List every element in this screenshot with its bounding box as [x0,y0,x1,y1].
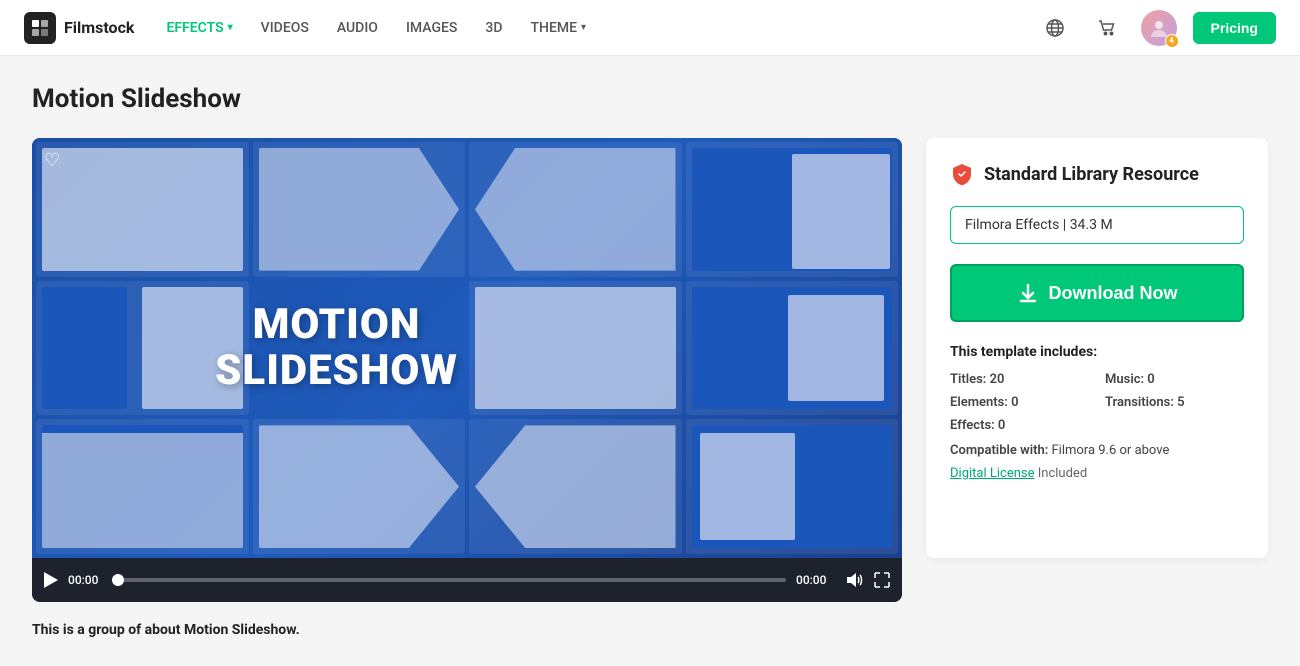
compatible-row: Compatible with: Filmora 9.6 or above [950,443,1244,458]
thumb-8 [36,419,249,554]
video-center-text: MOTION SLIDESHOW [215,302,458,394]
volume-button[interactable] [846,572,864,588]
progress-dot[interactable] [112,574,124,586]
globe-button[interactable] [1037,10,1073,46]
page-title: Motion Slideshow [32,84,1268,114]
thumb-3 [469,142,682,277]
nav-effects[interactable]: EFFECTS ▾ [166,20,232,36]
fullscreen-button[interactable] [874,572,890,588]
video-controls: 00:00 00:00 [32,558,902,602]
resource-title: Standard Library Resource [984,164,1199,185]
thumb-7 [686,281,899,416]
nav-audio[interactable]: AUDIO [337,20,378,36]
notification-badge: 4 [1165,34,1179,48]
shield-icon [950,162,974,186]
license-row: Digital License Included [950,466,1244,481]
download-label: Download Now [1049,283,1178,304]
progress-bar[interactable] [118,578,786,582]
content-area: ♡ MOTION SLIDESHOW [32,138,1268,602]
nav-links: EFFECTS ▾ VIDEOS AUDIO IMAGES 3D THEME ▾ [166,20,1004,36]
template-includes-title: This template includes: [950,344,1244,360]
thumb-4 [686,142,899,277]
resource-header: Standard Library Resource [950,162,1244,186]
template-info: This template includes: Titles: 20 Music… [950,344,1244,481]
avatar[interactable]: 4 [1141,10,1177,46]
heart-icon: ♡ [44,150,60,171]
nav-3d[interactable]: 3D [485,20,502,36]
thumb-6 [469,281,682,416]
navbar: Filmstock EFFECTS ▾ VIDEOS AUDIO IMAGES … [0,0,1300,56]
file-info-box: Filmora Effects | 34.3 M [950,206,1244,244]
cart-button[interactable] [1089,10,1125,46]
play-button[interactable] [44,572,58,588]
logo-icon [24,12,56,44]
navbar-right: 4 Pricing [1037,10,1276,46]
template-stats: Titles: 20 Music: 0 Elements: 0 Transiti… [950,372,1244,433]
file-info-text: Filmora Effects | 34.3 M [965,217,1113,233]
thumb-9 [253,419,466,554]
thumb-10 [469,419,682,554]
main-content: Motion Slideshow ♡ [0,56,1300,666]
description-text: This is a group of about Motion Slidesho… [32,622,1268,638]
transitions-stat: Transitions: 5 [1105,395,1244,410]
nav-theme[interactable]: THEME ▾ [530,20,586,36]
time-end: 00:00 [796,573,836,587]
thumb-11 [686,419,899,554]
logo[interactable]: Filmstock [24,12,134,44]
logo-text: Filmstock [64,18,134,37]
theme-chevron-icon: ▾ [581,22,586,33]
nav-videos[interactable]: VIDEOS [261,20,309,36]
nav-images[interactable]: IMAGES [406,20,457,36]
time-current: 00:00 [68,573,108,587]
sidebar-panel: Standard Library Resource Filmora Effect… [926,138,1268,558]
music-stat: Music: 0 [1105,372,1244,387]
effects-chevron-icon: ▾ [228,22,233,33]
video-preview: ♡ MOTION SLIDESHOW [32,138,902,558]
effects-stat: Effects: 0 [950,418,1089,433]
download-button[interactable]: Download Now [950,264,1244,322]
thumb-2 [253,142,466,277]
elements-stat: Elements: 0 [950,395,1089,410]
video-player: ♡ MOTION SLIDESHOW [32,138,902,602]
pricing-button[interactable]: Pricing [1193,12,1276,44]
thumb-1 [36,142,249,277]
titles-stat: Titles: 20 [950,372,1089,387]
license-link[interactable]: Digital License [950,466,1035,481]
